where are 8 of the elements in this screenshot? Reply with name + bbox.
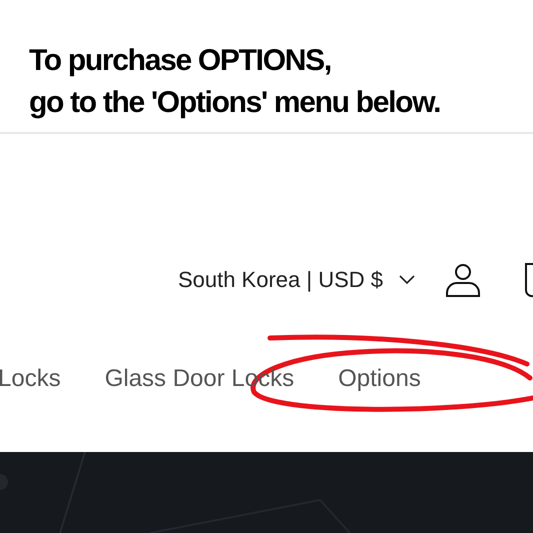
- locale-selector[interactable]: South Korea | USD $: [178, 267, 415, 293]
- bag-icon[interactable]: [523, 262, 533, 298]
- nav-link[interactable]: Locks: [0, 365, 61, 393]
- chevron-down-icon: [399, 275, 415, 285]
- nav-link[interactable]: Options: [338, 365, 421, 393]
- account-icon[interactable]: [445, 262, 481, 298]
- headline-text: go to the 'Options' menu below.: [29, 85, 442, 121]
- headline-text: To purchase OPTIONS,: [29, 43, 332, 79]
